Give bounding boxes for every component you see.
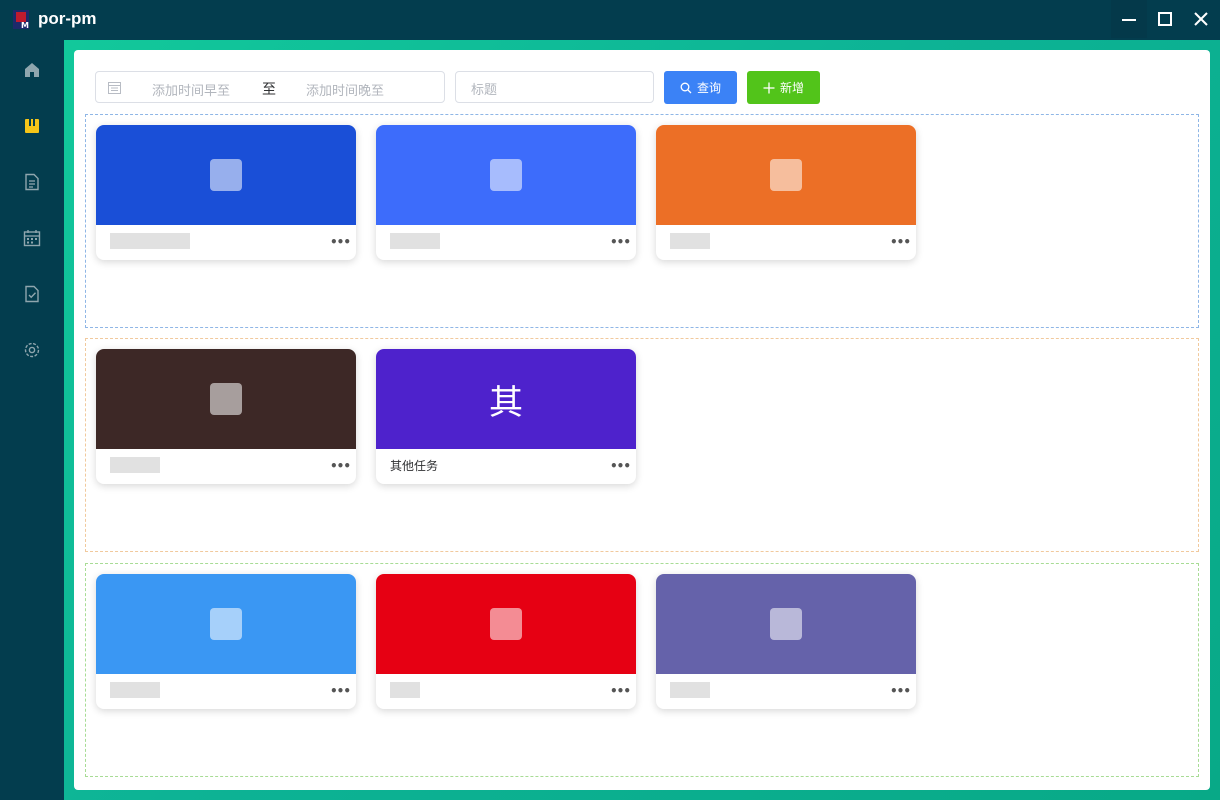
card-cover-placeholder <box>770 159 802 191</box>
maximize-button[interactable] <box>1147 0 1183 38</box>
card-name-placeholder <box>110 457 160 473</box>
card-more-button[interactable]: ••• <box>330 235 351 249</box>
search-icon <box>680 82 692 93</box>
add-button-label: 新增 <box>779 81 804 95</box>
card-more-button[interactable]: ••• <box>890 235 911 249</box>
title-search-input[interactable]: 标题 <box>455 71 654 103</box>
task-check-icon <box>25 285 39 303</box>
card-cover-placeholder <box>210 159 242 191</box>
minimize-icon <box>1122 19 1136 21</box>
card-cover-placeholder <box>490 159 522 191</box>
add-button[interactable]: 新增 <box>747 71 820 104</box>
project-card[interactable]: ••• <box>96 574 356 709</box>
card-name-placeholder <box>110 682 160 698</box>
project-card[interactable]: ••• <box>656 574 916 709</box>
project-card[interactable]: ••• <box>656 125 916 260</box>
sidebar-item-projects[interactable] <box>0 98 64 154</box>
card-cover-placeholder <box>210 608 242 640</box>
card-cover-placeholder <box>770 608 802 640</box>
card-cover: 其 <box>376 349 636 449</box>
card-more-button[interactable]: ••• <box>330 459 351 473</box>
sidebar <box>0 40 64 800</box>
card-cover-text: 其 <box>489 382 523 423</box>
minimize-button[interactable] <box>1111 0 1147 38</box>
card-name-placeholder <box>670 682 710 698</box>
card-cover-placeholder <box>210 383 242 415</box>
project-card[interactable]: ••• <box>96 125 356 260</box>
card-name-placeholder <box>390 682 420 698</box>
document-icon <box>25 173 39 191</box>
card-name-placeholder <box>390 233 440 249</box>
home-icon <box>25 63 39 77</box>
sidebar-item-settings[interactable] <box>0 322 64 378</box>
svg-text:M: M <box>21 21 29 30</box>
project-card[interactable]: 其 其他任务 ••• <box>376 349 636 484</box>
project-card[interactable]: ••• <box>96 349 356 484</box>
sidebar-item-tasks[interactable] <box>0 266 64 322</box>
date-range-picker[interactable]: 添加时间早至 至 添加时间晚至 <box>95 71 445 103</box>
card-cover <box>96 349 356 449</box>
card-cover <box>376 574 636 674</box>
maximize-icon <box>1158 12 1172 26</box>
card-cover-placeholder <box>490 608 522 640</box>
date-start-input[interactable]: 添加时间早至 <box>152 80 230 99</box>
project-card[interactable]: ••• <box>376 125 636 260</box>
card-name-placeholder <box>110 233 190 249</box>
project-card[interactable]: ••• <box>376 574 636 709</box>
query-button-label: 查询 <box>696 81 721 95</box>
card-name: 其他任务 <box>390 459 439 473</box>
card-name-placeholder <box>670 233 710 249</box>
app-logo: M <box>13 10 29 30</box>
card-more-button[interactable]: ••• <box>610 459 631 473</box>
card-more-button[interactable]: ••• <box>330 684 351 698</box>
calendar-icon <box>23 230 41 247</box>
close-button[interactable] <box>1183 0 1219 38</box>
sidebar-item-calendar[interactable] <box>0 210 64 266</box>
title-bar: M por-pm <box>0 0 1220 40</box>
card-more-button[interactable]: ••• <box>610 235 631 249</box>
close-icon <box>1194 12 1208 26</box>
card-cover <box>656 125 916 225</box>
card-more-button[interactable]: ••• <box>890 684 911 698</box>
projects-icon <box>25 119 39 133</box>
sidebar-item-documents[interactable] <box>0 154 64 210</box>
plus-icon <box>763 82 775 93</box>
app-title: por-pm <box>38 9 97 28</box>
calendar-icon <box>108 82 121 94</box>
date-range-separator: 至 <box>262 82 276 98</box>
gear-icon <box>24 342 40 358</box>
card-cover <box>96 125 356 225</box>
sidebar-item-home[interactable] <box>0 42 64 98</box>
query-button[interactable]: 查询 <box>664 71 737 104</box>
card-cover <box>376 125 636 225</box>
card-more-button[interactable]: ••• <box>610 684 631 698</box>
card-cover <box>96 574 356 674</box>
card-cover <box>656 574 916 674</box>
date-end-input[interactable]: 添加时间晚至 <box>306 80 384 99</box>
